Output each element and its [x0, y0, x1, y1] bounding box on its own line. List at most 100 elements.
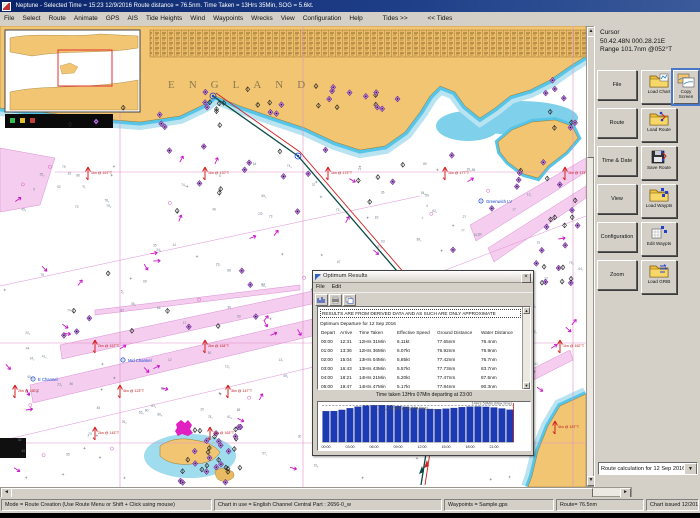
svg-text:67: 67	[337, 260, 341, 264]
dropdown-arrow-icon[interactable]: ▼	[684, 463, 697, 475]
folder-grib-icon	[642, 263, 676, 278]
tides-forward-button[interactable]: Tides >>	[379, 12, 412, 26]
results-row-4[interactable]: 04:0018:2114Hrs 21Min5.20kt77.47nm87.5nm	[319, 373, 522, 382]
bar-02:00	[339, 410, 346, 442]
bar-09:00	[395, 406, 402, 442]
menu-configuration[interactable]: Configuration	[299, 12, 346, 26]
app-icon	[2, 2, 11, 11]
status-section-0: Mode = Route Creation (Use Route Menu or…	[1, 499, 212, 511]
svg-text:44: 44	[26, 347, 30, 351]
menu-wind[interactable]: Wind	[186, 12, 209, 26]
cursor-label: Cursor	[600, 29, 672, 38]
svg-text:77: 77	[461, 229, 465, 233]
tide-arrow-label: 1kn @ 170°T	[208, 171, 230, 175]
svg-text:12:00: 12:00	[418, 445, 427, 449]
svg-text:40: 40	[18, 438, 22, 442]
svg-text:80: 80	[145, 409, 149, 413]
menu-animate[interactable]: Animate	[70, 12, 102, 26]
results-row-5[interactable]: 05:0019:4714Hrs 47Min5.17kt77.84nm90.3nm	[319, 382, 522, 390]
load-chart-button[interactable]: Load Chart	[641, 70, 677, 104]
menu-waypoints[interactable]: Waypoints	[209, 12, 247, 26]
tide-arrow-label: 2kn @ 157°T	[98, 344, 120, 348]
svg-text:80: 80	[70, 382, 74, 386]
optimum-results-dialog: Optimum Results × File Edit RESULTS ARE F…	[312, 270, 534, 456]
col-effective-speed: Effective Speed	[397, 328, 437, 337]
results-scrollbar[interactable]: ▲ ▼	[522, 307, 530, 389]
results-header-row: DepartArriveTime TakenEffective SpeedGro…	[319, 328, 522, 337]
svg-text:06:00: 06:00	[370, 445, 379, 449]
svg-text:89: 89	[423, 162, 427, 166]
svg-text:21:00: 21:00	[490, 445, 499, 449]
button-caption: Load GRIB	[642, 279, 676, 284]
tide-arrow-label: 2kn @ 150°T	[18, 389, 40, 393]
svg-text:75: 75	[40, 273, 44, 277]
svg-text:63: 63	[381, 240, 385, 244]
svg-text:64: 64	[253, 162, 257, 166]
save-route-button[interactable]: Save Route	[641, 146, 677, 180]
button-caption: Load Chart	[642, 89, 676, 94]
control-panel: Cursor 50.42.48N 000.28.21E Range 101.7n…	[594, 26, 700, 487]
svg-text:4: 4	[426, 204, 428, 208]
svg-text:53: 53	[237, 314, 241, 318]
scroll-down-arrow[interactable]: ▼	[523, 382, 530, 389]
svg-text:36: 36	[381, 191, 385, 195]
scroll-up-arrow[interactable]: ▲	[523, 307, 530, 314]
zoom-button[interactable]: Zoom	[597, 260, 637, 290]
results-warning[interactable]: RESULTS ARE FROM DERIVED DATA AND AS SUC…	[320, 309, 521, 318]
load-grib-button[interactable]: Load GRIB	[641, 260, 677, 294]
dialog-menu-file[interactable]: File	[316, 284, 325, 290]
dialog-title: Optimum Results	[323, 273, 367, 279]
results-row-1[interactable]: 01:0013:3612Hrs 36Min6.07kt76.92nm76.9nm	[319, 346, 522, 355]
tide-arrow-label: 4kn @ 123°T	[123, 389, 145, 393]
map-vertical-scrollbar[interactable]: ▲ ▼	[586, 26, 594, 487]
window-title: Neptune - Selected Time = 15:23 12/9/201…	[16, 3, 314, 9]
results-row-2[interactable]: 02:0015:0413Hrs 04Min5.85kt77.42nm76.7nm	[319, 355, 522, 364]
menu-tide-heights[interactable]: Tide Heights	[142, 12, 186, 26]
configuration-button[interactable]: Configuration	[597, 222, 637, 252]
cursor-range: Range 101.7nm @052°T	[600, 46, 672, 55]
svg-text:73: 73	[75, 205, 79, 209]
menu-view[interactable]: View	[277, 12, 299, 26]
menu-gps[interactable]: GPS	[102, 12, 124, 26]
departure-time-chart: 14Hrs 59Min (Max time)13Hrs 07Min (Min t…	[317, 401, 531, 451]
route-button[interactable]: Route	[597, 108, 637, 138]
dialog-menu-edit[interactable]: Edit	[332, 284, 341, 290]
dialog-menu-bar: File Edit	[313, 283, 533, 292]
close-icon[interactable]: ×	[521, 273, 531, 283]
tides-back-button[interactable]: << Tides	[423, 12, 456, 26]
menu-select[interactable]: Select	[18, 12, 44, 26]
file-button[interactable]: File	[597, 70, 637, 100]
bar-21:00	[491, 408, 498, 442]
copy-screen-button[interactable]: Copy Screen	[673, 70, 699, 104]
load-route-button[interactable]: Load Route	[641, 108, 677, 142]
menu-file[interactable]: File	[0, 12, 18, 26]
edit-waypts-button[interactable]: Edit Waypts	[641, 222, 677, 256]
map-horizontal-scrollbar[interactable]: ◄ ►	[0, 487, 632, 497]
bar-08:00	[387, 406, 394, 442]
svg-text:41: 41	[534, 362, 538, 366]
svg-text:56: 56	[425, 193, 429, 197]
chart-icon[interactable]	[315, 294, 328, 306]
view-button[interactable]: View	[597, 184, 637, 214]
svg-text:18:00: 18:00	[466, 445, 475, 449]
bar-11:00	[411, 408, 418, 442]
svg-text:86: 86	[76, 173, 80, 177]
button-caption: Load Waypts	[642, 203, 676, 208]
results-row-0[interactable]: 00:0012:3112Hrs 31Min6.11kt77.65nm76.4nm	[319, 337, 522, 346]
svg-text:31: 31	[537, 240, 541, 244]
svg-text:37: 37	[312, 183, 316, 187]
time-date-button[interactable]: Time & Date	[597, 146, 637, 176]
menu-help[interactable]: Help	[345, 12, 366, 26]
status-bar: Mode = Route Creation (Use Route Menu or…	[0, 497, 700, 513]
menu-route[interactable]: Route	[45, 12, 70, 26]
svg-text:73: 73	[269, 215, 273, 219]
copy-icon[interactable]	[343, 294, 356, 306]
route-calculation-dropdown[interactable]: Route calculation for 12 Sep 2016 ▼	[598, 462, 698, 475]
menu-wrecks[interactable]: Wrecks	[247, 12, 277, 26]
menu-ais[interactable]: AIS	[124, 12, 142, 26]
svg-text:52: 52	[57, 185, 61, 189]
printer-icon[interactable]	[329, 294, 342, 306]
results-row-3[interactable]: 03:0016:4313Hrs 43Min5.57kt77.73nm83.7nm	[319, 364, 522, 373]
load-waypts-button[interactable]: Load Waypts	[641, 184, 677, 218]
svg-text:17: 17	[512, 208, 516, 212]
